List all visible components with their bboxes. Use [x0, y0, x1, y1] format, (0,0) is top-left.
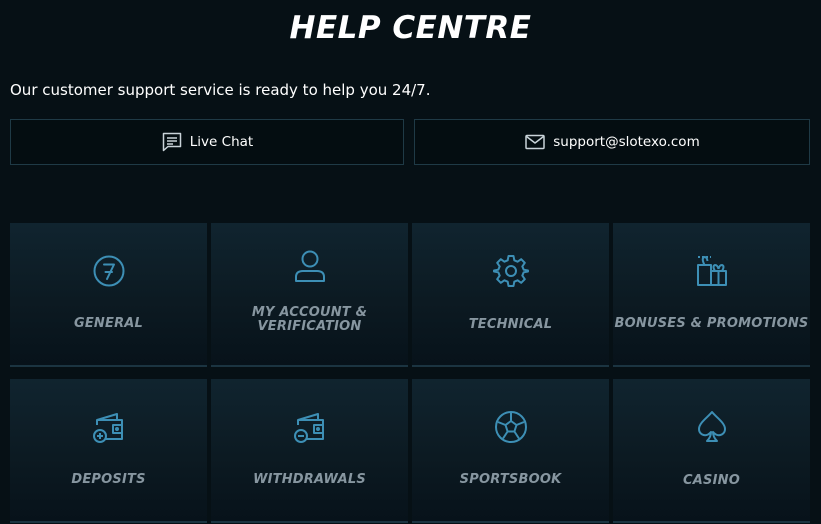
- category-tile-casino[interactable]: CASINO: [613, 379, 810, 523]
- email-address-label: support@slotexo.com: [553, 134, 700, 150]
- category-label: MY ACCOUNT & VERIFICATION: [251, 305, 368, 334]
- category-tile-sportsbook[interactable]: SPORTSBOOK: [412, 379, 609, 523]
- soccer-ball-icon: [412, 409, 609, 445]
- spade-icon: [613, 409, 810, 445]
- category-label: WITHDRAWALS: [253, 472, 366, 487]
- category-label: GENERAL: [73, 316, 144, 331]
- category-tile-withdrawals[interactable]: WITHDRAWALS: [211, 379, 408, 523]
- category-tile-bonuses[interactable]: BONUSES & PROMOTIONS: [613, 223, 810, 367]
- wallet-plus-icon: [10, 409, 207, 445]
- category-label: DEPOSITS: [71, 472, 146, 487]
- category-tile-deposits[interactable]: DEPOSITS: [10, 379, 207, 523]
- page-subtitle: Our customer support service is ready to…: [10, 81, 431, 99]
- live-chat-button[interactable]: Live Chat: [10, 119, 404, 165]
- seven-circle-icon: [10, 253, 207, 289]
- category-tile-general[interactable]: GENERAL: [10, 223, 207, 367]
- category-tile-technical[interactable]: TECHNICAL: [412, 223, 609, 367]
- page-title: HELP CENTRE: [289, 10, 532, 46]
- live-chat-label: Live Chat: [189, 134, 254, 150]
- category-tile-my-account[interactable]: MY ACCOUNT & VERIFICATION: [211, 223, 408, 367]
- category-label: CASINO: [683, 473, 740, 488]
- category-label: BONUSES & PROMOTIONS: [614, 316, 809, 331]
- wallet-minus-icon: [211, 409, 408, 445]
- email-support-button[interactable]: support@slotexo.com: [414, 119, 810, 165]
- gift-icon: [613, 253, 810, 289]
- category-label: TECHNICAL: [468, 317, 553, 332]
- mail-icon: [524, 131, 546, 153]
- gear-icon: [412, 253, 609, 289]
- chat-icon: [161, 131, 183, 153]
- user-icon: [211, 249, 408, 285]
- category-label: SPORTSBOOK: [459, 472, 562, 487]
